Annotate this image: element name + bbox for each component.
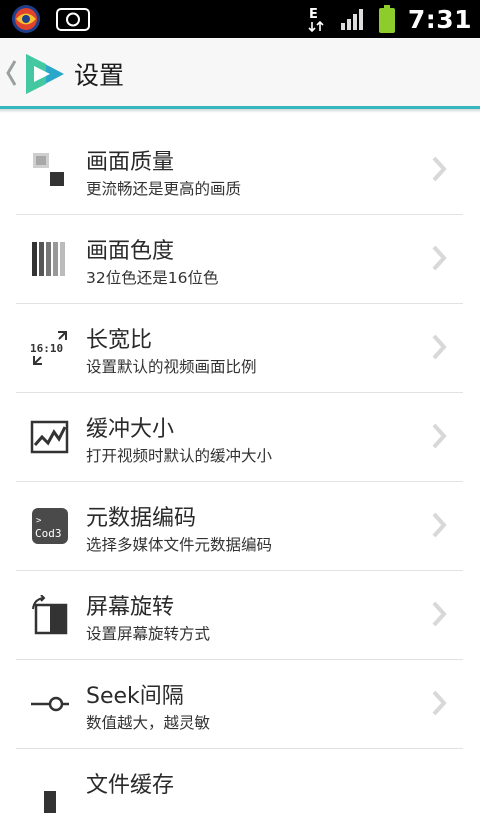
setting-label: 画面质量 <box>86 150 175 175</box>
aspect-ratio-icon: 16:10 <box>30 331 67 365</box>
setting-description: 设置默认的视频画面比例 <box>86 358 257 376</box>
chevron-right-icon <box>432 512 447 538</box>
setting-description: 32位色还是16位色 <box>86 269 219 287</box>
data-network-icon: E <box>308 7 324 33</box>
setting-label: 画面色度 <box>86 239 175 264</box>
encoding-icon: > Cod3 <box>32 508 68 544</box>
setting-image-quality[interactable]: 画面质量 更流畅还是更高的画质 <box>16 126 463 215</box>
setting-label: 缓冲大小 <box>86 417 175 442</box>
chevron-right-icon <box>432 245 447 271</box>
back-icon[interactable] <box>4 58 18 88</box>
image-quality-icon <box>33 153 64 186</box>
setting-description: 选择多媒体文件元数据编码 <box>86 536 273 554</box>
setting-label: 元数据编码 <box>86 506 197 531</box>
setting-color-depth[interactable]: 画面色度 32位色还是16位色 <box>16 215 463 304</box>
page-title: 设置 <box>74 61 125 90</box>
chevron-right-icon <box>432 334 447 360</box>
clock: 7:31 <box>407 4 472 34</box>
header-shadow <box>0 109 480 113</box>
network-type-text: E <box>309 7 318 22</box>
chevron-right-icon <box>432 690 447 716</box>
setting-seek-interval[interactable]: Seek间隔 数值越大，越灵敏 <box>16 660 463 749</box>
setting-buffer-size[interactable]: 缓冲大小 打开视频时默认的缓冲大小 <box>16 393 463 482</box>
setting-label: Seek间隔 <box>86 684 184 709</box>
file-cache-icon <box>44 791 56 813</box>
seek-slider-icon <box>31 696 69 712</box>
buffer-graph-icon <box>30 420 69 454</box>
chevron-right-icon <box>432 423 447 449</box>
battery-icon <box>378 5 395 33</box>
setting-file-cache[interactable]: 文件缓存 <box>16 749 463 837</box>
encoding-text: Cod3 <box>35 527 62 540</box>
camera-notification-icon <box>56 8 90 31</box>
setting-description: 更流畅还是更高的画质 <box>86 180 242 198</box>
setting-description: 设置屏幕旋转方式 <box>86 625 211 643</box>
setting-aspect-ratio[interactable]: 16:10 长宽比 设置默认的视频画面比例 <box>16 304 463 393</box>
app-notification-icon <box>12 5 40 33</box>
signal-strength-icon <box>340 9 363 30</box>
svg-text:>: > <box>36 516 42 526</box>
title-bar: 设置 <box>0 38 480 108</box>
settings-list: 画面质量 更流畅还是更高的画质 画面色度 32位色还是16位色 16:10 长宽… <box>16 126 463 837</box>
setting-description: 数值越大，越灵敏 <box>86 714 211 732</box>
setting-label: 文件缓存 <box>86 773 175 798</box>
setting-label: 长宽比 <box>86 328 153 353</box>
chevron-right-icon <box>432 156 447 182</box>
setting-metadata-encoding[interactable]: > Cod3 元数据编码 选择多媒体文件元数据编码 <box>16 482 463 571</box>
setting-description: 打开视频时默认的缓冲大小 <box>86 447 273 465</box>
setting-screen-rotation[interactable]: 屏幕旋转 设置屏幕旋转方式 <box>16 571 463 660</box>
color-depth-icon <box>32 242 65 276</box>
setting-label: 屏幕旋转 <box>86 595 175 620</box>
status-bar: E 7:31 <box>0 0 480 38</box>
screen-rotation-icon <box>32 595 68 635</box>
chevron-right-icon <box>432 601 447 627</box>
aspect-ratio-text: 16:10 <box>30 342 63 355</box>
app-logo-icon <box>26 54 64 94</box>
